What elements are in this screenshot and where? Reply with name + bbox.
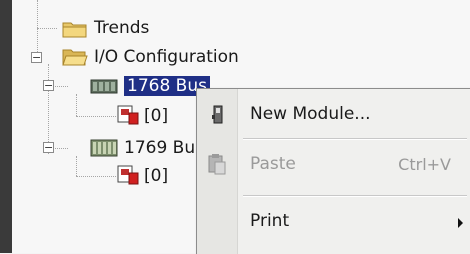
tree-node-slot-0[interactable]: [0] [144,106,168,126]
menu-item-print[interactable]: Print [197,203,470,243]
submenu-arrow-icon [458,218,463,228]
tree-node-trends[interactable]: Trends [94,18,149,38]
menu-separator [243,195,467,197]
collapse-toggle[interactable]: − [43,142,54,153]
menu-item-label: Paste [250,154,296,174]
menu-item-label: New Module... [250,104,371,124]
collapse-toggle[interactable]: − [43,80,54,91]
bus-module-icon [90,77,118,95]
menu-item-label: Print [250,211,290,231]
menu-item-paste[interactable]: Paste Ctrl+V [197,145,470,185]
folder-icon [62,20,88,38]
tree-node-io-configuration[interactable]: I/O Configuration [94,47,239,67]
new-module-icon [211,105,225,129]
tree-node-1769-bus[interactable]: 1769 Bu [124,138,195,158]
context-menu: New Module... Paste Ctrl+V Print [196,88,470,254]
module-slot-icon [116,164,140,186]
menu-item-shortcut: Ctrl+V [398,155,451,174]
module-slot-icon [116,104,140,126]
collapse-toggle[interactable]: − [31,52,42,63]
menu-item-new-module[interactable]: New Module... [197,95,470,135]
open-folder-icon [62,47,88,67]
bus-module-icon [90,138,118,158]
paste-icon [207,153,227,179]
menu-separator [243,138,467,140]
tree-node-slot-0[interactable]: [0] [144,166,168,186]
